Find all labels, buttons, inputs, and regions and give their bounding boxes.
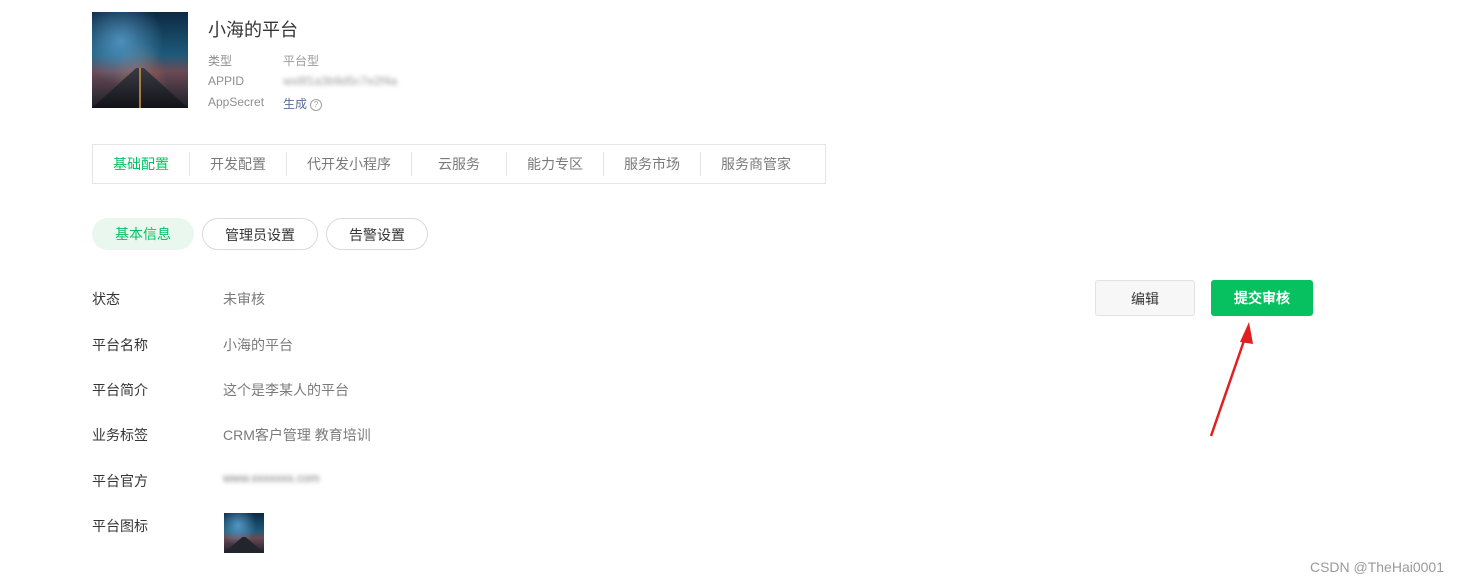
platform-intro-label: 平台简介 bbox=[92, 382, 148, 398]
nav-dev-config[interactable]: 开发配置 bbox=[189, 152, 286, 176]
edit-button[interactable]: 编辑 bbox=[1095, 280, 1195, 316]
type-label: 类型 bbox=[208, 54, 233, 68]
appid-value: wx8f1a3b9d5c7e2f4a bbox=[283, 74, 398, 88]
appsecret-label: AppSecret bbox=[208, 95, 265, 109]
nav-basic-config[interactable]: 基础配置 bbox=[93, 152, 189, 176]
business-tags-label: 业务标签 bbox=[92, 427, 148, 443]
appsecret-row: 生成? bbox=[283, 95, 323, 112]
platform-icon-image bbox=[224, 513, 264, 553]
nav-capability-zone[interactable]: 能力专区 bbox=[506, 152, 603, 176]
icon-road bbox=[224, 537, 264, 553]
submit-review-button[interactable]: 提交审核 bbox=[1211, 280, 1313, 316]
official-site-label: 平台官方 bbox=[92, 473, 148, 489]
arrow-shaft bbox=[1209, 334, 1248, 437]
platform-name-value: 小海的平台 bbox=[223, 337, 293, 353]
platform-icon-label: 平台图标 bbox=[92, 518, 148, 534]
status-value: 未审核 bbox=[223, 291, 265, 307]
appid-label: APPID bbox=[208, 74, 245, 88]
platform-name-label: 平台名称 bbox=[92, 337, 148, 353]
official-site-value: www.xxxxxxx.com bbox=[223, 471, 320, 485]
avatar-road-line bbox=[139, 68, 141, 108]
platform-avatar bbox=[92, 12, 188, 108]
status-label: 状态 bbox=[92, 291, 120, 307]
generate-secret-link[interactable]: 生成 bbox=[283, 97, 307, 111]
nav-service-manager[interactable]: 服务商管家 bbox=[700, 152, 811, 176]
platform-title: 小海的平台 bbox=[208, 20, 298, 40]
arrow-head bbox=[1240, 322, 1253, 344]
config-nav: 基础配置 开发配置 代开发小程序 云服务 能力专区 服务市场 服务商管家 bbox=[92, 144, 826, 184]
subtab-basic-info[interactable]: 基本信息 bbox=[92, 218, 194, 250]
nav-service-market[interactable]: 服务市场 bbox=[603, 152, 700, 176]
platform-intro-value: 这个是李某人的平台 bbox=[223, 382, 349, 398]
business-tags-value: CRM客户管理 教育培训 bbox=[223, 427, 371, 443]
nav-mini-program-dev[interactable]: 代开发小程序 bbox=[286, 152, 411, 176]
help-icon[interactable]: ? bbox=[310, 98, 323, 111]
subtab-admin-settings[interactable]: 管理员设置 bbox=[202, 218, 318, 250]
csdn-watermark: CSDN @TheHai0001 bbox=[1309, 559, 1444, 575]
subtab-alert-settings[interactable]: 告警设置 bbox=[326, 218, 428, 250]
nav-cloud-service[interactable]: 云服务 bbox=[411, 152, 506, 176]
type-value: 平台型 bbox=[283, 54, 320, 68]
